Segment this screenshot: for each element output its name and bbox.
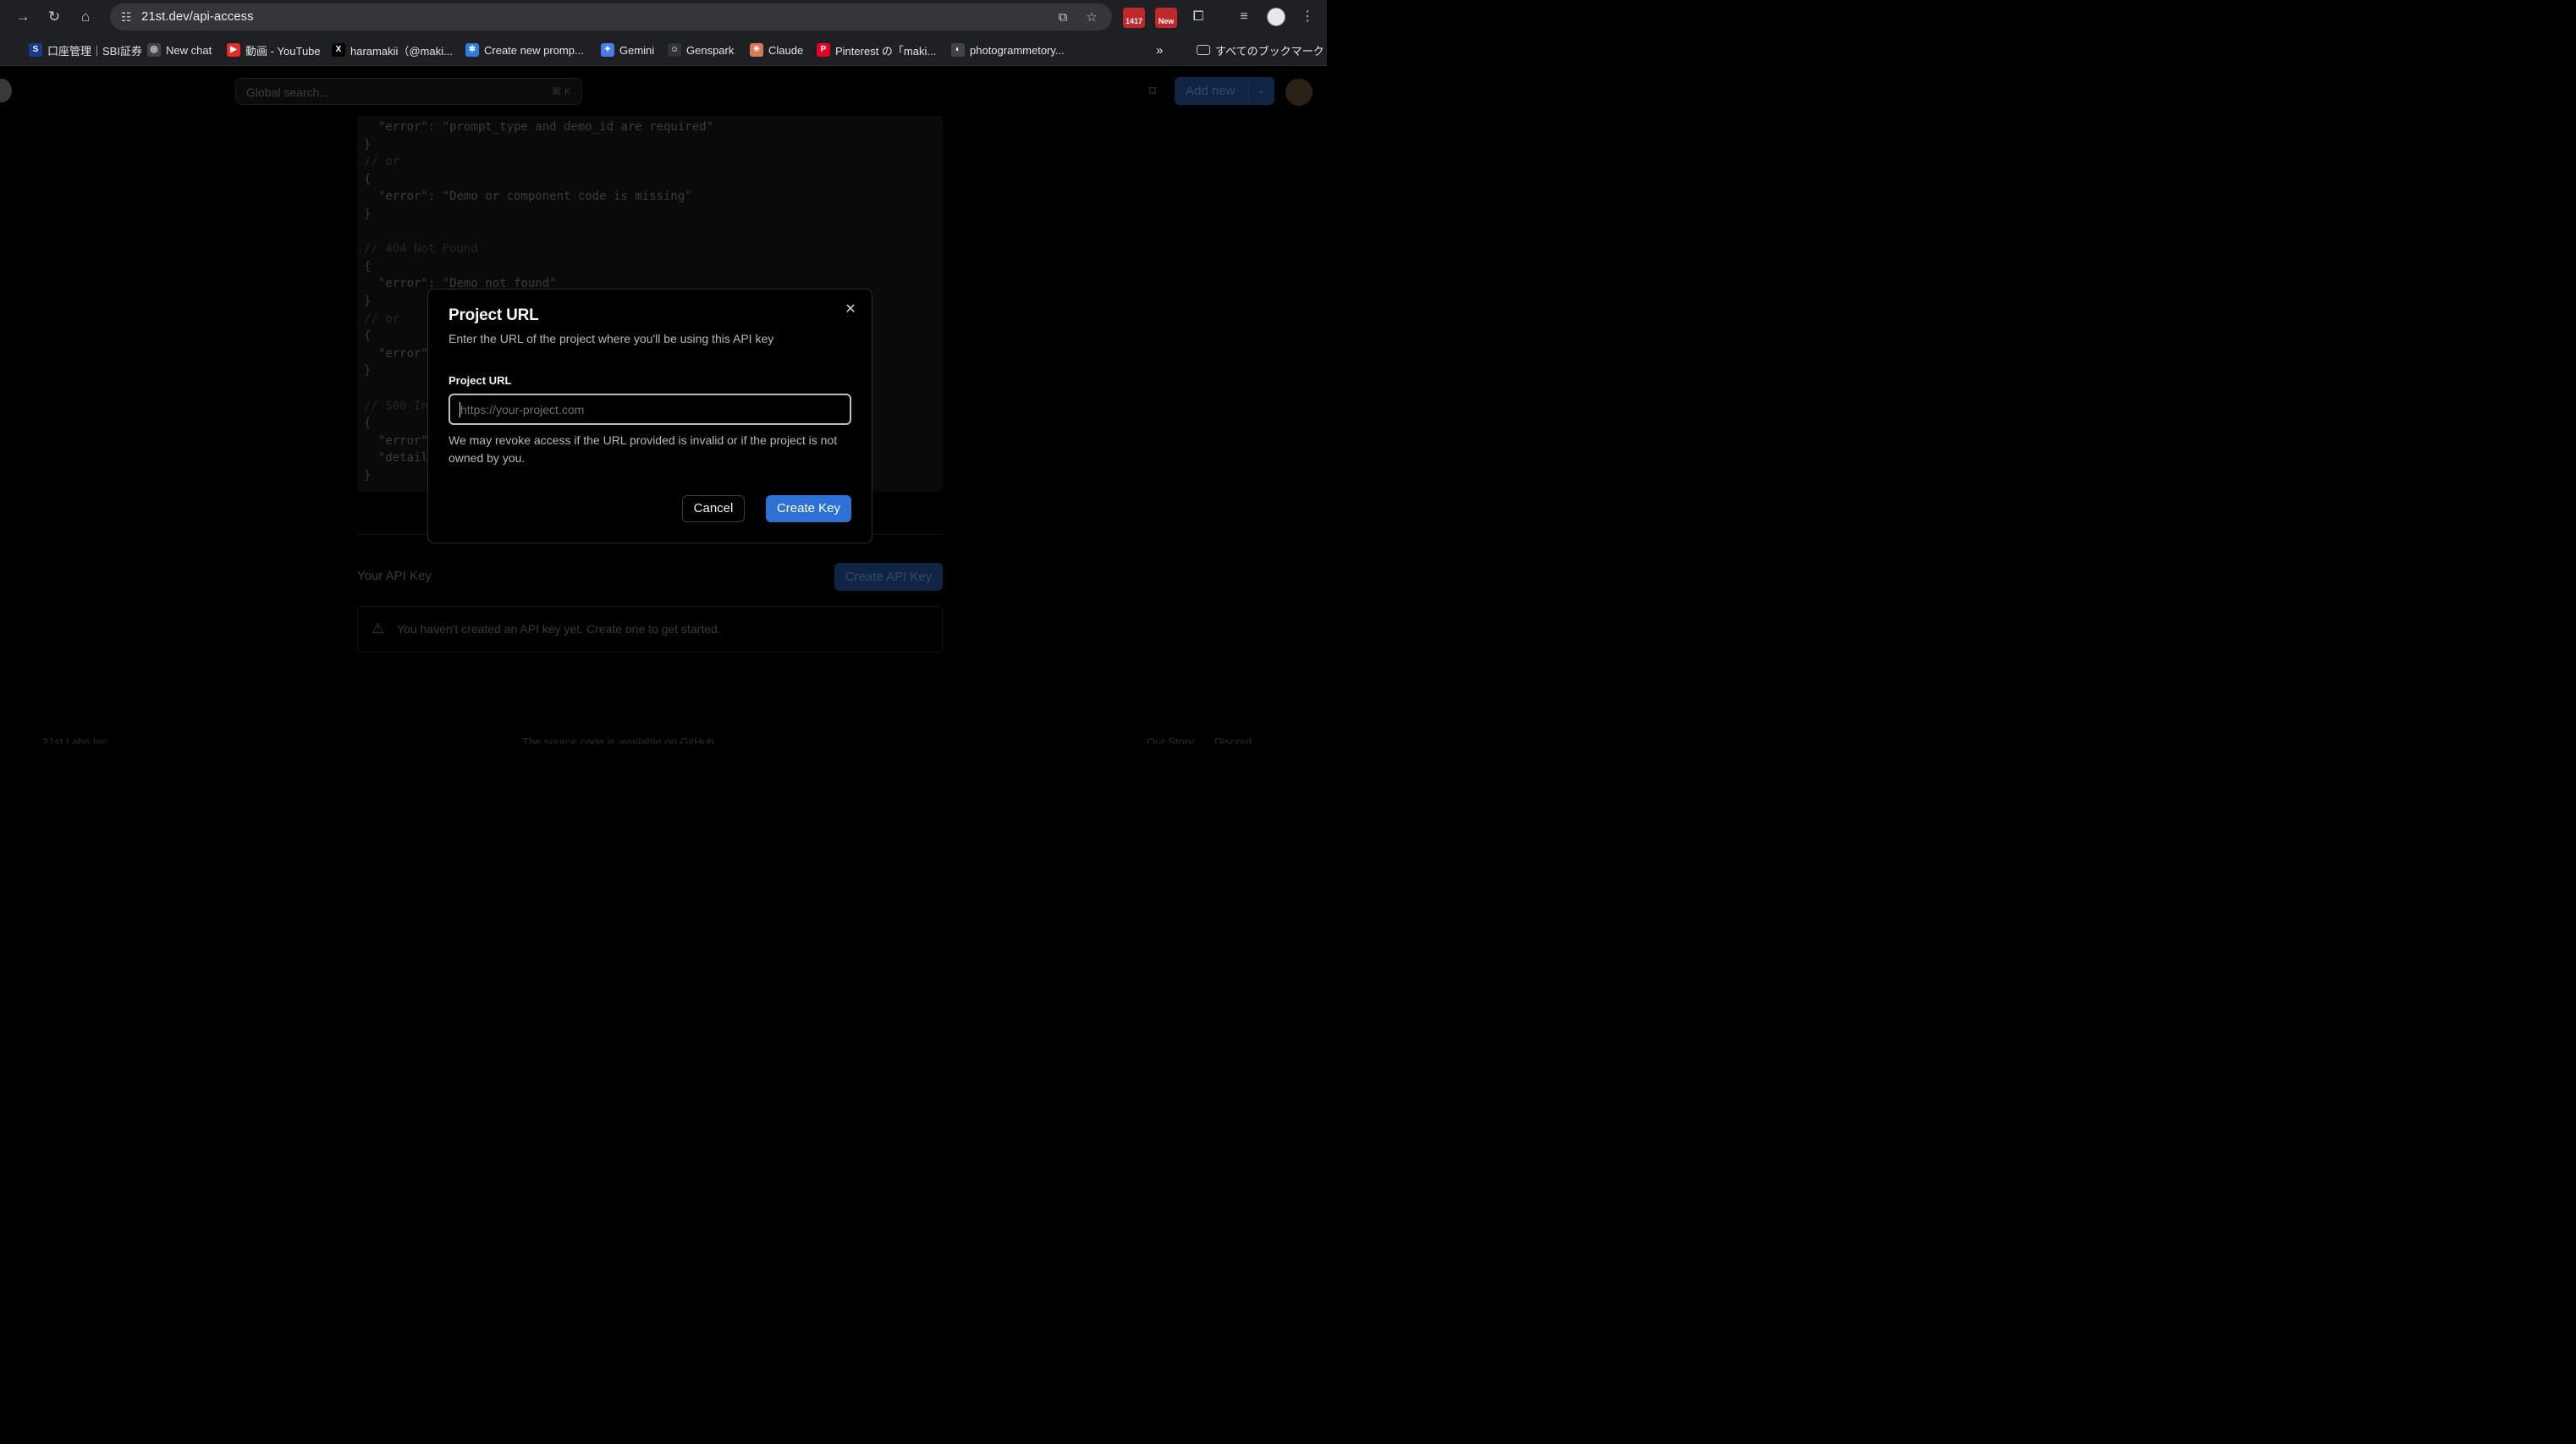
footer-source-link[interactable]: The source code is available on GitHub. (522, 736, 718, 744)
close-icon[interactable]: ✕ (839, 300, 861, 319)
pinterest-icon: P (817, 43, 830, 57)
profile-avatar[interactable] (1267, 8, 1285, 26)
warning-icon: ⚠ (372, 620, 385, 637)
create-api-key-button[interactable]: Create API Key (834, 563, 943, 591)
add-new-divider (1248, 80, 1249, 102)
bookmark-item[interactable]: ✳ Claude (750, 41, 803, 58)
bookmark-item[interactable]: S 口座管理｜SBI証券 (29, 41, 142, 58)
bookmark-item[interactable]: ☺ Genspark (668, 41, 734, 58)
chrome-menu-icon[interactable]: ⋮ (1297, 7, 1318, 27)
home-icon[interactable]: ⌂ (75, 7, 96, 27)
address-bar[interactable]: ☷ 21st.dev/api-access ⧉ ☆ (110, 3, 1112, 30)
site-header: Global search... ⌘ K ⌑ Add new ⌄ (0, 67, 1327, 116)
project-url-input[interactable] (449, 394, 851, 425)
code-line: { (364, 259, 372, 273)
footer-our-story-link[interactable]: Our Story (1147, 736, 1194, 744)
bookmark-item[interactable]: P Pinterest の「maki... (817, 41, 936, 58)
code-comment: // or (364, 155, 400, 169)
bookmark-label: haramakii（@maki... (350, 44, 453, 58)
browser-toolbar: → ↻ ⌂ ☷ 21st.dev/api-access ⧉ ☆ 1417 New… (0, 0, 1327, 34)
claude-icon: ✳ (750, 43, 763, 57)
genspark-icon: ☺ (668, 43, 681, 57)
code-line: "detail (364, 451, 428, 466)
butterfly-icon: ✻ (465, 43, 479, 57)
bookmark-label: Create new promp... (484, 43, 584, 57)
forward-icon[interactable]: → (13, 7, 33, 27)
bookmark-item[interactable]: ◎ New chat (147, 41, 212, 58)
bookmark-label: photogrammetory... (970, 43, 1065, 57)
code-line: } (364, 295, 372, 308)
bookmark-label: Pinterest の「maki... (835, 44, 937, 58)
api-key-heading: Your API Key (357, 569, 432, 583)
dialog-subtitle: Enter the URL of the project where you'l… (449, 332, 774, 345)
extension-gmail-icon[interactable]: 1417 (1123, 8, 1145, 28)
project-url-label: Project URL (449, 374, 512, 387)
reload-icon[interactable]: ↻ (44, 7, 64, 27)
code-line: "error": "prompt_type and demo_id are re… (364, 120, 714, 134)
extension-badge-new: New (1158, 17, 1175, 25)
bookmark-item[interactable]: ▶ 動画 - YouTube (227, 41, 321, 58)
search-placeholder: Global search... (246, 85, 330, 99)
bookmark-item[interactable]: ✦ Gemini (601, 41, 654, 58)
photogrammetry-icon: ◐ (951, 43, 965, 57)
bookmark-label: 口座管理｜SBI証券 (47, 44, 142, 58)
bookmark-label: Claude (768, 43, 804, 57)
chevron-down-icon[interactable]: ⌄ (1257, 83, 1266, 96)
all-bookmarks-folder[interactable]: すべてのブックマーク (1197, 41, 1324, 58)
openai-icon: ◎ (147, 43, 161, 57)
code-comment: // 500 In (364, 399, 428, 413)
extension-new-icon[interactable]: New (1155, 8, 1177, 28)
bookmark-label: Genspark (686, 43, 735, 57)
notice-text: You haven't created an API key yet. Crea… (397, 622, 721, 636)
url-text[interactable]: 21st.dev/api-access (141, 9, 254, 24)
code-line: } (364, 207, 372, 221)
sbi-icon: S (29, 43, 42, 57)
bookmark-label: New chat (166, 43, 212, 57)
folder-icon (1197, 45, 1210, 55)
bookmark-star-icon[interactable]: ☆ (1082, 8, 1101, 27)
bookmarks-bar: すべてのブックマーク » S 口座管理｜SBI証券 ◎ New chat ▶ 動画 - Y… (0, 34, 1327, 66)
bookmark-item[interactable]: ◐ photogrammetory... (951, 41, 1065, 58)
dialog-help-text: We may revoke access if the URL provided… (449, 433, 838, 465)
code-line: { (364, 172, 372, 186)
global-search-input[interactable]: Global search... ⌘ K (235, 78, 582, 105)
extensions-puzzle-icon[interactable]: ⧠ (1188, 7, 1208, 27)
x-icon: X (332, 43, 345, 57)
extension-badge-count: 1417 (1125, 17, 1143, 25)
code-line: } (364, 364, 372, 378)
code-line: } (364, 137, 372, 152)
code-comment: // or (364, 311, 400, 326)
youtube-icon: ▶ (227, 43, 240, 57)
dialog-title: Project URL (449, 306, 539, 324)
code-line: "error" (364, 346, 428, 361)
add-new-label: Add new (1186, 84, 1236, 98)
no-api-key-notice: ⚠ You haven't created an API key yet. Cr… (357, 606, 943, 653)
site-info-icon[interactable]: ☷ (117, 8, 135, 26)
create-key-button[interactable]: Create Key (766, 495, 851, 522)
code-line: { (364, 329, 372, 344)
all-bookmarks-label: すべてのブックマーク (1215, 44, 1324, 58)
bookmark-label: Gemini (619, 43, 655, 57)
code-comment: // 404 Not Found (364, 242, 478, 256)
bookmark-icon[interactable]: ⌑ (1145, 83, 1160, 100)
cancel-button[interactable]: Cancel (682, 495, 745, 522)
footer-company: 21st Labs Inc. (42, 736, 111, 744)
bookmark-label: 動画 - YouTube (245, 44, 321, 58)
bookmark-item[interactable]: ✻ Create new promp... (465, 41, 584, 58)
site-logo-icon[interactable] (0, 79, 12, 102)
search-shortcut: ⌘ K (551, 85, 571, 97)
code-line: } (364, 469, 372, 482)
code-line: "error" (364, 433, 428, 448)
add-new-button[interactable]: Add new ⌄ (1175, 77, 1274, 105)
more-bookmarks-icon[interactable]: » (1156, 41, 1163, 58)
user-avatar[interactable] (1285, 79, 1313, 106)
code-line: "error": "Demo or component code is miss… (364, 190, 692, 204)
bookmark-item[interactable]: Xharamakii（@maki... (332, 41, 453, 58)
footer-discord-link[interactable]: Discord (1214, 736, 1252, 744)
install-app-icon[interactable]: ⧉ (1054, 8, 1072, 27)
code-line: { (364, 416, 372, 431)
reading-list-icon[interactable]: ≡ (1234, 7, 1254, 27)
gemini-icon: ✦ (601, 43, 614, 57)
